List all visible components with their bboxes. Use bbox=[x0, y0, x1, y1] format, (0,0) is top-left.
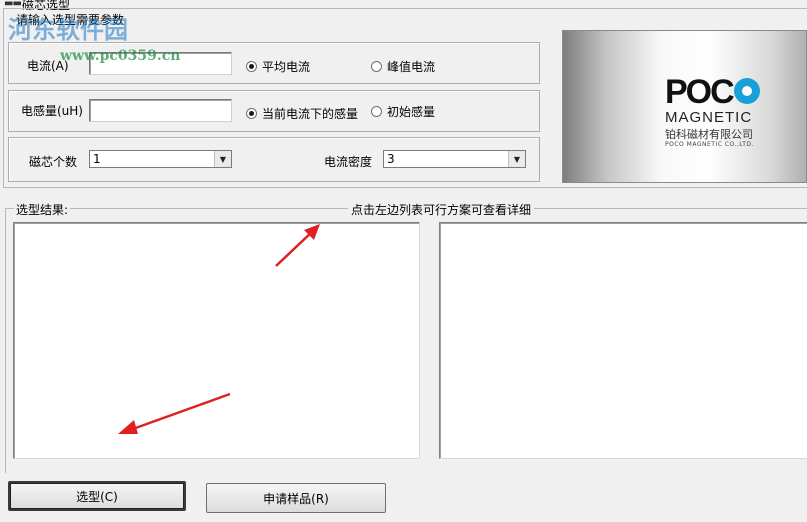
radio-current-inductance[interactable]: 当前电流下的感量 bbox=[246, 105, 358, 122]
watermark-url: www.pc0359.cn bbox=[60, 48, 181, 64]
cores-group: 磁芯个数 1 ▼ 电流密度 3 ▼ bbox=[8, 137, 540, 182]
watermark-site: 河东软件园 bbox=[8, 16, 128, 44]
logo-en-name: POCO MAGNETIC CO.,LTD. bbox=[665, 141, 754, 148]
chevron-down-icon[interactable]: ▼ bbox=[214, 151, 231, 167]
density-label: 电流密度 bbox=[324, 155, 373, 169]
details-panel[interactable] bbox=[439, 222, 807, 459]
logo-blue-o-icon bbox=[733, 78, 760, 105]
logo-sub: MAGNETIC bbox=[665, 109, 753, 126]
inductance-input[interactable] bbox=[89, 99, 232, 122]
results-label: 选型结果: bbox=[14, 201, 71, 218]
logo-brand: POC bbox=[665, 75, 760, 109]
chevron-down-icon[interactable]: ▼ bbox=[508, 151, 525, 167]
annotation-arrow-up-icon bbox=[275, 224, 320, 267]
logo-cn-name: 铂科磁材有限公司 bbox=[665, 128, 753, 141]
radio-initial-inductance-dot[interactable] bbox=[371, 106, 382, 117]
inductance-label: 电感量(uH) bbox=[21, 104, 83, 118]
company-logo: POC MAGNETIC 铂科磁材有限公司 POCO MAGNETIC CO.,… bbox=[562, 30, 807, 183]
radio-initial-inductance[interactable]: 初始感量 bbox=[371, 103, 435, 120]
logo-brand-text: POC bbox=[665, 73, 735, 111]
radio-peak-current-dot[interactable] bbox=[371, 61, 382, 72]
radio-peak-current[interactable]: 峰值电流 bbox=[371, 58, 435, 75]
results-hint: 点击左边列表可行方案可查看详细 bbox=[348, 201, 535, 218]
cores-label: 磁芯个数 bbox=[29, 155, 78, 169]
radio-current-inductance-label: 当前电流下的感量 bbox=[262, 107, 359, 121]
request-sample-button[interactable]: 申请样品(R) bbox=[206, 483, 386, 513]
cores-select-value: 1 bbox=[93, 152, 101, 166]
annotation-arrow-left-icon bbox=[118, 392, 231, 434]
density-select[interactable]: 3 ▼ bbox=[383, 150, 526, 168]
radio-current-inductance-dot[interactable] bbox=[246, 108, 257, 119]
cores-select[interactable]: 1 ▼ bbox=[89, 150, 232, 168]
select-button[interactable]: 选型(C) bbox=[8, 481, 186, 511]
inductance-group: 电感量(uH) 当前电流下的感量 初始感量 bbox=[8, 90, 540, 132]
radio-average-current-dot[interactable] bbox=[246, 61, 257, 72]
density-select-value: 3 bbox=[387, 152, 395, 166]
radio-average-current-label: 平均电流 bbox=[262, 60, 311, 74]
radio-initial-inductance-label: 初始感量 bbox=[387, 105, 436, 119]
radio-peak-current-label: 峰值电流 bbox=[387, 60, 436, 74]
radio-average-current[interactable]: 平均电流 bbox=[246, 58, 310, 75]
